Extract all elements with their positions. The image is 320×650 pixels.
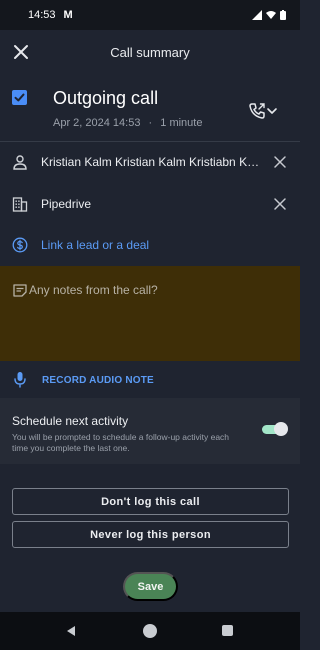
- meta-separator: ·: [148, 117, 153, 129]
- wifi-icon: [266, 11, 276, 19]
- person-icon: [10, 152, 30, 172]
- toggle-thumb: [274, 422, 288, 436]
- app-header: Call summary: [0, 30, 300, 74]
- gmail-notification-icon: M: [63, 9, 73, 21]
- call-duration: 1 minute: [160, 117, 203, 129]
- signal-icon: [252, 10, 262, 20]
- save-button[interactable]: Save: [123, 572, 178, 601]
- chevron-down-icon: [267, 108, 277, 114]
- notes-icon: [13, 284, 27, 297]
- system-navigation-bar: [0, 612, 300, 650]
- organization-field[interactable]: Pipedrive: [0, 184, 300, 224]
- link-deal-row[interactable]: Link a lead or a deal: [0, 225, 300, 265]
- schedule-title: Schedule next activity: [12, 414, 129, 428]
- checkmark-icon: [14, 93, 25, 102]
- battery-icon: [280, 10, 286, 20]
- call-type-dropdown[interactable]: [248, 100, 280, 122]
- call-title: Outgoing call: [53, 88, 159, 108]
- notes-placeholder: Any notes from the call?: [29, 283, 158, 297]
- back-icon[interactable]: [65, 625, 77, 637]
- organization-name: Pipedrive: [41, 197, 92, 211]
- record-audio-label: RECORD AUDIO NOTE: [42, 375, 154, 386]
- recents-icon[interactable]: [222, 625, 233, 636]
- status-time: 14:53: [28, 9, 56, 21]
- record-audio-note-button[interactable]: RECORD AUDIO NOTE: [0, 362, 300, 398]
- dont-log-call-button[interactable]: Don't log this call: [12, 488, 289, 515]
- status-bar: 14:53 M: [0, 0, 300, 30]
- close-icon[interactable]: [10, 41, 32, 63]
- link-lead-or-deal[interactable]: Link a lead or a deal: [41, 238, 262, 252]
- clear-organization-icon[interactable]: [272, 196, 288, 212]
- call-date: Apr 2, 2024 14:53: [53, 117, 141, 129]
- microphone-icon: [14, 372, 26, 388]
- person-field[interactable]: Kristian Kalm Kristian Kalm Kristiabn Ka…: [0, 142, 300, 182]
- call-meta: Apr 2, 2024 14:53 · 1 minute: [53, 117, 202, 129]
- outgoing-call-icon: [249, 103, 265, 119]
- call-info: Outgoing call Apr 2, 2024 14:53 · 1 minu…: [0, 84, 300, 136]
- log-call-checkbox[interactable]: [12, 90, 27, 105]
- notes-input[interactable]: Any notes from the call?: [0, 266, 300, 361]
- schedule-next-activity: Schedule next activity You will be promp…: [0, 398, 300, 464]
- schedule-toggle[interactable]: [262, 422, 288, 436]
- clear-person-icon[interactable]: [272, 154, 288, 170]
- home-icon[interactable]: [143, 624, 157, 638]
- never-log-person-button[interactable]: Never log this person: [12, 521, 289, 548]
- person-name: Kristian Kalm Kristian Kalm Kristiabn Ka…: [41, 155, 262, 169]
- organization-icon: [10, 194, 30, 214]
- dollar-icon: [10, 235, 30, 255]
- page-title: Call summary: [110, 44, 190, 60]
- schedule-description: You will be prompted to schedule a follo…: [12, 432, 230, 453]
